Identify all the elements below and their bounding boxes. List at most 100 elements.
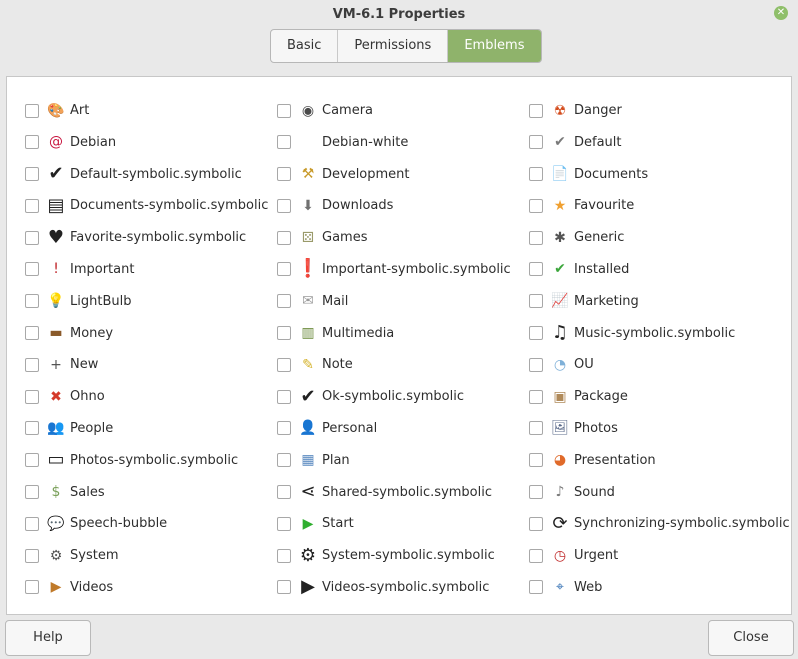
emblem-item[interactable]: ▶ Videos-symbolic.symbolic bbox=[277, 572, 529, 603]
tab-permissions[interactable]: Permissions bbox=[338, 30, 449, 62]
emblem-checkbox[interactable] bbox=[277, 135, 291, 150]
emblem-checkbox[interactable] bbox=[25, 580, 39, 595]
emblem-checkbox[interactable] bbox=[277, 421, 291, 436]
emblem-item[interactable]: ◉ Camera bbox=[277, 95, 529, 126]
emblem-item[interactable]: ❗ Important-symbolic.symbolic bbox=[277, 254, 529, 285]
close-window-icon[interactable]: ✕ bbox=[774, 6, 788, 20]
emblem-item[interactable]: ⚒ Development bbox=[277, 159, 529, 190]
emblem-item[interactable]: ⚙ System-symbolic.symbolic bbox=[277, 540, 529, 571]
emblem-checkbox[interactable] bbox=[277, 389, 291, 404]
emblem-item[interactable]: ▬ Money bbox=[25, 318, 277, 349]
emblem-checkbox[interactable] bbox=[25, 516, 39, 531]
emblem-item[interactable]: ▭ Photos-symbolic.symbolic bbox=[25, 445, 277, 476]
emblem-checkbox[interactable] bbox=[25, 198, 39, 213]
emblem-checkbox[interactable] bbox=[25, 135, 39, 150]
emblem-item[interactable]: ♪ Sound bbox=[529, 477, 789, 508]
emblem-item[interactable]: ☢ Danger bbox=[529, 95, 789, 126]
emblem-item[interactable]: ✔ Default-symbolic.symbolic bbox=[25, 159, 277, 190]
emblem-checkbox[interactable] bbox=[25, 421, 39, 436]
emblem-checkbox[interactable] bbox=[529, 294, 543, 309]
emblem-checkbox[interactable] bbox=[529, 103, 543, 118]
emblem-item[interactable]: ⬇ Downloads bbox=[277, 190, 529, 221]
emblem-checkbox[interactable] bbox=[277, 262, 291, 277]
emblem-checkbox[interactable] bbox=[25, 357, 39, 372]
emblem-item[interactable]: 💡 LightBulb bbox=[25, 286, 277, 317]
emblem-checkbox[interactable] bbox=[277, 198, 291, 213]
emblem-item[interactable]: ✔ Installed bbox=[529, 254, 789, 285]
emblem-item[interactable]: ◕ Presentation bbox=[529, 445, 789, 476]
emblem-item[interactable]: @ Debian bbox=[25, 127, 277, 158]
emblem-item[interactable]: ! Important bbox=[25, 254, 277, 285]
emblem-item[interactable]: 📈 Marketing bbox=[529, 286, 789, 317]
emblem-checkbox[interactable] bbox=[529, 262, 543, 277]
emblem-checkbox[interactable] bbox=[25, 230, 39, 245]
emblem-checkbox[interactable] bbox=[25, 262, 39, 277]
emblem-item[interactable]: 🖼 Photos bbox=[529, 413, 789, 444]
help-button[interactable]: Help bbox=[5, 620, 91, 656]
emblem-checkbox[interactable] bbox=[277, 230, 291, 245]
emblem-checkbox[interactable] bbox=[277, 453, 291, 468]
emblem-item[interactable]: ⋖ Shared-symbolic.symbolic bbox=[277, 477, 529, 508]
emblem-checkbox[interactable] bbox=[529, 485, 543, 500]
emblem-checkbox[interactable] bbox=[277, 485, 291, 500]
emblem-checkbox[interactable] bbox=[277, 326, 291, 341]
emblem-checkbox[interactable] bbox=[529, 135, 543, 150]
emblem-item[interactable]: ⚙ System bbox=[25, 540, 277, 571]
emblem-item[interactable]: Debian-white bbox=[277, 127, 529, 158]
emblem-checkbox[interactable] bbox=[529, 516, 543, 531]
emblem-checkbox[interactable] bbox=[529, 326, 543, 341]
emblem-item[interactable]: ✱ Generic bbox=[529, 222, 789, 253]
emblem-item[interactable]: ✎ Note bbox=[277, 349, 529, 380]
emblem-item[interactable]: ✔ Default bbox=[529, 127, 789, 158]
emblem-checkbox[interactable] bbox=[25, 389, 39, 404]
emblem-checkbox[interactable] bbox=[277, 548, 291, 563]
emblem-checkbox[interactable] bbox=[277, 103, 291, 118]
emblem-checkbox[interactable] bbox=[529, 198, 543, 213]
emblem-checkbox[interactable] bbox=[277, 294, 291, 309]
emblem-checkbox[interactable] bbox=[25, 294, 39, 309]
emblem-checkbox[interactable] bbox=[277, 357, 291, 372]
emblem-checkbox[interactable] bbox=[25, 167, 39, 182]
close-button[interactable]: Close bbox=[708, 620, 794, 656]
emblem-checkbox[interactable] bbox=[25, 548, 39, 563]
emblem-checkbox[interactable] bbox=[25, 453, 39, 468]
emblem-item[interactable]: ▣ Package bbox=[529, 381, 789, 412]
emblem-item[interactable]: 📄 Documents bbox=[529, 159, 789, 190]
emblem-checkbox[interactable] bbox=[25, 326, 39, 341]
emblem-item[interactable]: ⟳ Synchronizing-symbolic.symbolic bbox=[529, 508, 790, 539]
emblem-item[interactable]: 💬 Speech-bubble bbox=[25, 508, 277, 539]
emblem-item[interactable]: ♥ Favorite-symbolic.symbolic bbox=[25, 222, 277, 253]
emblem-checkbox[interactable] bbox=[529, 230, 543, 245]
emblem-checkbox[interactable] bbox=[529, 167, 543, 182]
emblem-checkbox[interactable] bbox=[529, 357, 543, 372]
emblem-checkbox[interactable] bbox=[277, 167, 291, 182]
emblem-item[interactable]: ◔ OU bbox=[529, 349, 789, 380]
emblem-item[interactable]: ★ Favourite bbox=[529, 190, 789, 221]
emblem-checkbox[interactable] bbox=[529, 389, 543, 404]
emblem-checkbox[interactable] bbox=[529, 580, 543, 595]
emblem-item[interactable]: $ Sales bbox=[25, 477, 277, 508]
emblem-item[interactable]: ▤ Documents-symbolic.symbolic bbox=[25, 190, 277, 221]
emblem-item[interactable]: ✖ Ohno bbox=[25, 381, 277, 412]
emblem-checkbox[interactable] bbox=[529, 421, 543, 436]
emblem-checkbox[interactable] bbox=[25, 485, 39, 500]
emblem-item[interactable]: ⚄ Games bbox=[277, 222, 529, 253]
emblem-item[interactable]: 🎨 Art bbox=[25, 95, 277, 126]
emblem-checkbox[interactable] bbox=[277, 580, 291, 595]
emblem-item[interactable]: ▥ Multimedia bbox=[277, 318, 529, 349]
tab-emblems[interactable]: Emblems bbox=[448, 30, 541, 62]
emblem-item[interactable]: + New bbox=[25, 349, 277, 380]
tab-basic[interactable]: Basic bbox=[271, 30, 339, 62]
emblem-item[interactable]: ▶ Start bbox=[277, 508, 529, 539]
emblem-item[interactable]: ▦ Plan bbox=[277, 445, 529, 476]
emblem-checkbox[interactable] bbox=[277, 516, 291, 531]
emblem-item[interactable]: ♫ Music-symbolic.symbolic bbox=[529, 318, 789, 349]
emblem-checkbox[interactable] bbox=[25, 103, 39, 118]
emblem-checkbox[interactable] bbox=[529, 453, 543, 468]
emblem-item[interactable]: 👥 People bbox=[25, 413, 277, 444]
emblem-checkbox[interactable] bbox=[529, 548, 543, 563]
emblem-item[interactable]: 👤 Personal bbox=[277, 413, 529, 444]
emblem-item[interactable]: ✉ Mail bbox=[277, 286, 529, 317]
emblem-item[interactable]: ✔ Ok-symbolic.symbolic bbox=[277, 381, 529, 412]
emblem-item[interactable]: ▶ Videos bbox=[25, 572, 277, 603]
